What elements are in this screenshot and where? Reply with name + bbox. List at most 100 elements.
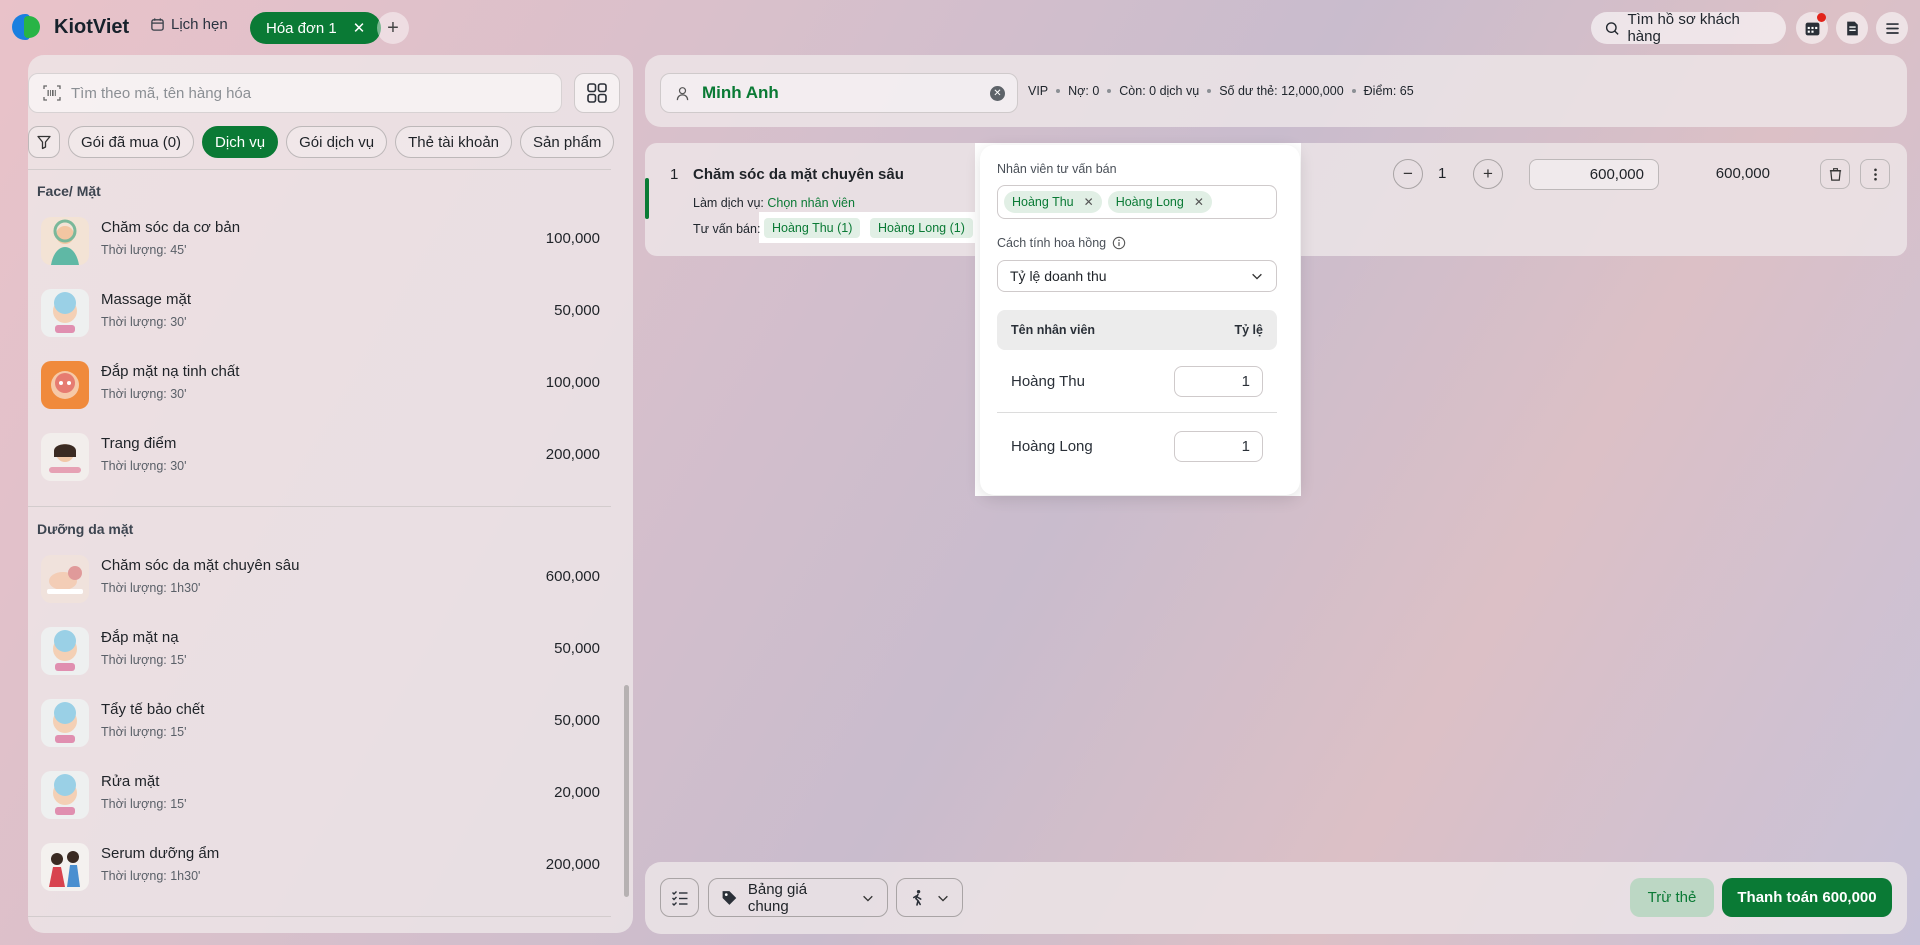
ratio-input[interactable]: 1 — [1174, 430, 1263, 462]
service-name: Massage mặt — [101, 291, 192, 308]
customer-meta: VIP Nợ: 0 Còn: 0 dịch vụ Số dư thẻ: 12,0… — [1028, 84, 1414, 98]
customer-type-select[interactable] — [896, 878, 963, 917]
staff-name: Hoàng Long — [1011, 437, 1093, 455]
customer-tier: VIP — [1028, 84, 1049, 98]
list-item[interactable]: Rửa mặt Thời lượng: 15' 20,000 — [28, 759, 600, 831]
price-list-select[interactable]: Bảng giá chung — [708, 878, 888, 917]
tab-invoice-1[interactable]: Hóa đơn 1 ✕ — [250, 12, 382, 44]
service-name: Trang điểm — [101, 435, 177, 452]
service-duration: Thời lượng: 15' — [101, 725, 187, 739]
chevron-down-icon — [863, 895, 873, 902]
filter-icon — [37, 135, 51, 150]
commission-label-row: Cách tính hoa hồng — [997, 236, 1126, 250]
line-index: 1 — [670, 166, 679, 183]
appointments-link[interactable]: Lịch hẹn — [150, 16, 228, 33]
chip-services[interactable]: Dịch vụ — [202, 126, 279, 158]
col-ratio: Tỷ lệ — [1234, 323, 1264, 337]
service-duration: Thời lượng: 45' — [101, 243, 187, 257]
service-price: 50,000 — [554, 302, 600, 319]
checklist-button[interactable] — [660, 878, 699, 917]
chevron-down-icon — [1252, 273, 1262, 280]
service-price: 20,000 — [554, 784, 600, 801]
customer-card-balance: Số dư thẻ: 12,000,000 — [1219, 84, 1344, 98]
perform-staff: Làm dịch vụ: Chọn nhân viên — [693, 196, 855, 210]
info-icon[interactable] — [1112, 236, 1126, 250]
list-item[interactable]: Đắp mặt nạ tinh chất Thời lượng: 30' 100… — [28, 349, 600, 421]
staff-tag[interactable]: Hoàng Thu ✕ — [1004, 191, 1102, 213]
ratio-input[interactable]: 1 — [1174, 365, 1263, 397]
list-item[interactable]: Serum dưỡng ẩm Thời lượng: 1h30' 200,000 — [28, 831, 600, 903]
trash-icon — [1829, 167, 1841, 181]
customer-card: Minh Anh ✕ VIP Nợ: 0 Còn: 0 dịch vụ Số d… — [645, 55, 1907, 127]
service-name: Đắp mặt nạ — [101, 629, 179, 646]
service-thumbnail — [41, 843, 89, 891]
service-price: 200,000 — [545, 856, 600, 873]
pay-button[interactable]: Thanh toán 600,000 — [1722, 878, 1892, 917]
grid-view-button[interactable] — [574, 73, 620, 113]
service-name: Đắp mặt nạ tinh chất — [101, 363, 240, 380]
service-duration: Thời lượng: 30' — [101, 387, 187, 401]
customer-remaining: Còn: 0 dịch vụ — [1119, 84, 1200, 98]
menu-button[interactable] — [1876, 12, 1908, 44]
remove-tag-icon[interactable]: ✕ — [1084, 195, 1094, 209]
filter-button[interactable] — [28, 126, 60, 158]
list-item[interactable]: Đắp mặt nạ Thời lượng: 15' 50,000 — [28, 615, 600, 687]
decrease-qty-button[interactable]: − — [1393, 159, 1423, 189]
service-price: 600,000 — [545, 568, 600, 585]
commission-method-value: Tỷ lệ doanh thu — [1010, 268, 1107, 284]
card-deduct-button[interactable]: Trừ thẻ — [1630, 878, 1714, 917]
list-item[interactable]: Trang điểm Thời lượng: 30' 200,000 — [28, 421, 600, 493]
more-options-button[interactable] — [1860, 159, 1890, 189]
list-item[interactable]: Chăm sóc da mặt chuyên sâu Thời lượng: 1… — [28, 543, 600, 615]
calendar-grid-icon — [1805, 22, 1819, 35]
notification-dot — [1817, 13, 1826, 22]
chip-purchased-packages[interactable]: Gói đã mua (0) — [68, 126, 195, 158]
customer-search-button[interactable]: Tìm hồ sơ khách hàng — [1591, 11, 1786, 45]
advisor-chip[interactable]: Hoàng Thu (1) — [764, 218, 861, 238]
list-item[interactable]: Massage mặt Thời lượng: 30' 50,000 — [28, 277, 600, 349]
invoice-icon — [1846, 21, 1858, 35]
quantity-value[interactable]: 1 — [1438, 165, 1446, 182]
calendar-grid-button[interactable] — [1796, 12, 1828, 44]
product-panel: Tìm theo mã, tên hàng hóa Gói đã mua (0)… — [28, 55, 633, 933]
service-price: 200,000 — [545, 446, 600, 463]
add-tab-button[interactable]: + — [377, 12, 409, 44]
walk-icon — [912, 889, 922, 906]
divider — [28, 506, 611, 507]
staff-multiselect[interactable]: Hoàng Thu ✕ Hoàng Long ✕ — [997, 185, 1277, 219]
customer-field[interactable]: Minh Anh ✕ — [660, 73, 1018, 113]
chip-account-cards[interactable]: Thẻ tài khoản — [395, 126, 513, 158]
commission-method-select[interactable]: Tỷ lệ doanh thu — [997, 260, 1277, 292]
list-item[interactable]: Tẩy tế bảo chết Thời lượng: 15' 50,000 — [28, 687, 600, 759]
service-price: 100,000 — [545, 374, 600, 391]
kiotviet-logo-icon — [12, 12, 46, 42]
delete-line-button[interactable] — [1820, 159, 1850, 189]
invoice-button[interactable] — [1836, 12, 1868, 44]
product-search-input[interactable]: Tìm theo mã, tên hàng hóa — [28, 73, 562, 113]
unit-price-input[interactable]: 600,000 — [1529, 159, 1659, 190]
chip-products[interactable]: Sản phẩm — [520, 126, 615, 158]
service-duration: Thời lượng: 15' — [101, 653, 187, 667]
clear-icon[interactable]: ✕ — [990, 86, 1005, 101]
remove-tag-icon[interactable]: ✕ — [1194, 195, 1204, 209]
staff-tag[interactable]: Hoàng Long ✕ — [1107, 191, 1212, 213]
customer-debt: Nợ: 0 — [1068, 84, 1100, 98]
grid-view-icon — [587, 83, 607, 103]
customer-search-label: Tìm hồ sơ khách hàng — [1627, 11, 1740, 45]
choose-staff-link[interactable]: Chọn nhân viên — [767, 196, 855, 210]
chip-service-packages[interactable]: Gói dịch vụ — [286, 126, 388, 158]
list-scrollbar[interactable] — [624, 685, 629, 897]
calendar-icon — [151, 18, 164, 31]
service-duration: Thời lượng: 30' — [101, 459, 187, 473]
service-thumbnail — [41, 699, 89, 747]
section-title-facial-care: Dưỡng da mặt — [37, 521, 134, 537]
logo[interactable]: KiotViet — [12, 12, 129, 42]
increase-qty-button[interactable]: + — [1473, 159, 1503, 189]
list-item[interactable]: Chăm sóc da cơ bản Thời lượng: 45' 100,0… — [28, 205, 600, 277]
advisor-chip[interactable]: Hoàng Long (1) — [870, 218, 973, 238]
service-name: Serum dưỡng ẩm — [101, 845, 220, 862]
service-duration: Thời lượng: 30' — [101, 315, 187, 329]
close-tab-icon[interactable]: ✕ — [353, 19, 366, 37]
selected-indicator — [645, 178, 649, 219]
service-duration: Thời lượng: 15' — [101, 797, 187, 811]
